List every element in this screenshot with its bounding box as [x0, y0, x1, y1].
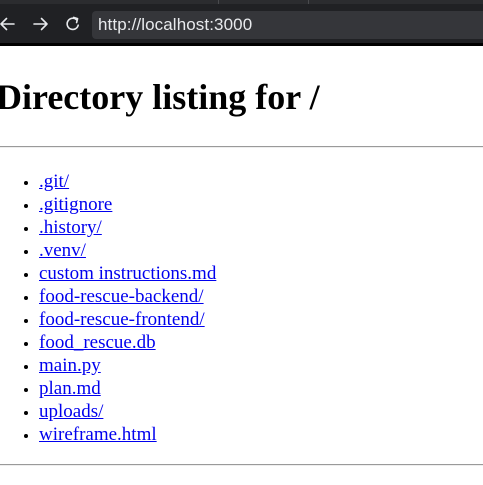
- tab-divider: [308, 0, 309, 4]
- entry-link-uploads[interactable]: uploads/: [39, 401, 103, 422]
- reload-icon: [66, 16, 79, 31]
- reload-button[interactable]: [62, 12, 84, 36]
- entry-link-db[interactable]: food_rescue.db: [39, 332, 156, 353]
- divider-top: [0, 146, 483, 148]
- entry-link-backend[interactable]: food-rescue-backend/: [39, 286, 204, 307]
- arrow-left-icon: [0, 17, 15, 31]
- list-item: .git/: [39, 170, 216, 193]
- entry-link-plan-md[interactable]: plan.md: [39, 378, 101, 399]
- list-item: .history/: [39, 216, 216, 239]
- tab-divider: [218, 0, 219, 4]
- list-item: wireframe.html: [39, 423, 216, 446]
- list-item: custom instructions.md: [39, 262, 216, 285]
- page-title: Directory listing for /: [0, 77, 320, 117]
- divider-bottom: [0, 464, 483, 466]
- entry-link-history[interactable]: .history/: [39, 217, 102, 238]
- address-bar[interactable]: http://localhost:3000: [92, 11, 483, 39]
- tab-strip: [0, 0, 483, 4]
- page-content: Directory listing for / .git/ .gitignore…: [0, 46, 483, 485]
- entry-link-custom-instructions[interactable]: custom instructions.md: [39, 263, 216, 284]
- entry-link-frontend[interactable]: food-rescue-frontend/: [39, 309, 205, 330]
- list-item: food-rescue-backend/: [39, 285, 216, 308]
- list-item: uploads/: [39, 400, 216, 423]
- url-text: http://localhost:3000: [98, 15, 253, 34]
- entry-link-gitignore[interactable]: .gitignore: [39, 194, 112, 215]
- back-button[interactable]: [0, 12, 18, 36]
- forward-button[interactable]: [30, 12, 52, 36]
- list-item: plan.md: [39, 377, 216, 400]
- arrow-right-icon: [33, 17, 48, 31]
- directory-listing: .git/ .gitignore .history/ .venv/ custom…: [0, 170, 216, 446]
- entry-link-git[interactable]: .git/: [39, 171, 69, 192]
- entry-link-wireframe[interactable]: wireframe.html: [39, 424, 157, 445]
- list-item: .venv/: [39, 239, 216, 262]
- entry-link-venv[interactable]: .venv/: [39, 240, 86, 261]
- list-item: .gitignore: [39, 193, 216, 216]
- list-item: food_rescue.db: [39, 331, 216, 354]
- list-item: main.py: [39, 354, 216, 377]
- list-item: food-rescue-frontend/: [39, 308, 216, 331]
- browser-toolbar: http://localhost:3000: [0, 0, 483, 46]
- entry-link-main-py[interactable]: main.py: [39, 355, 101, 376]
